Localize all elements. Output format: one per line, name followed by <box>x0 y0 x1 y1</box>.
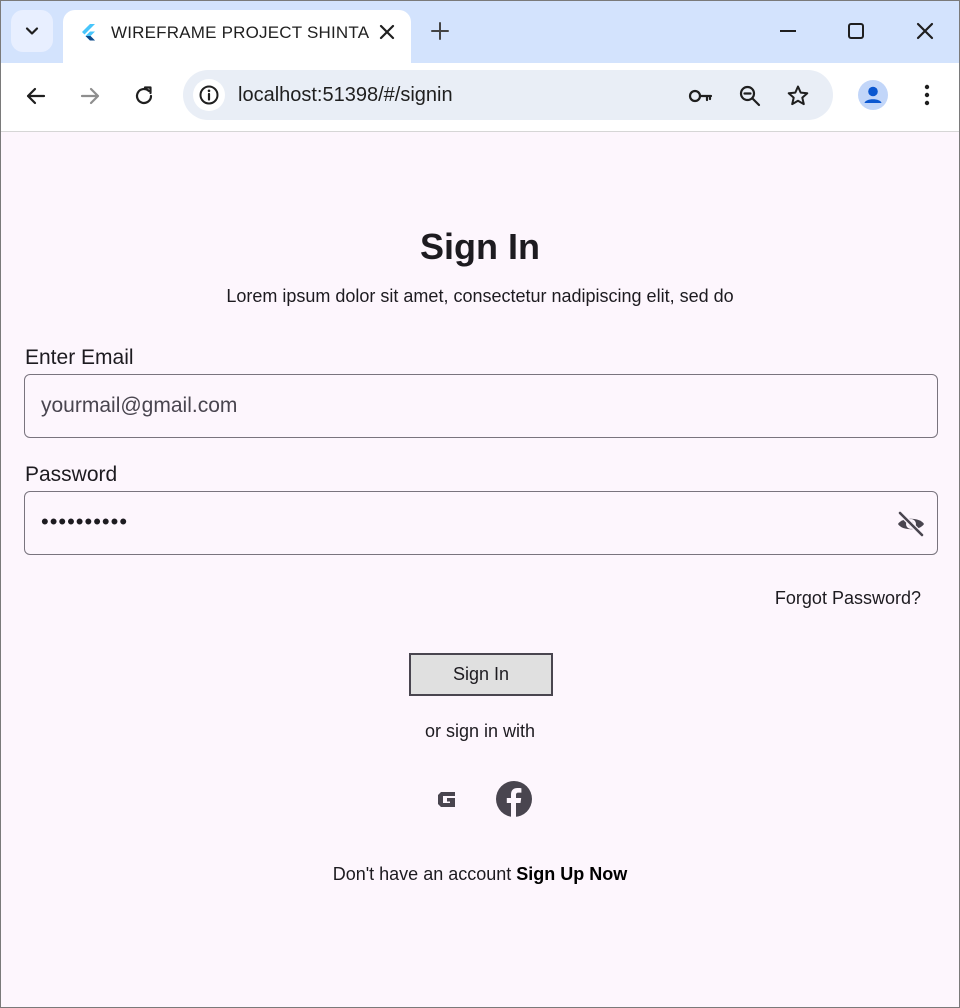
reload-icon[interactable] <box>131 83 157 109</box>
browser-toolbar: localhost:51398/#/signin <box>1 63 959 132</box>
email-placeholder: yourmail@gmail.com <box>41 394 238 417</box>
zoom-icon[interactable] <box>737 83 763 109</box>
key-icon[interactable] <box>687 83 713 109</box>
password-label: Password <box>25 463 118 486</box>
page-title: Sign In <box>420 226 540 267</box>
google-icon[interactable] <box>429 780 467 818</box>
tab-title: WIREFRAME PROJECT SHINTA <box>111 23 370 42</box>
email-field[interactable]: yourmail@gmail.com <box>24 374 938 438</box>
or-sign-in-with-text: or sign in with <box>424 721 536 741</box>
profile-avatar[interactable] <box>858 80 888 110</box>
minimize-icon[interactable] <box>776 19 800 43</box>
bookmark-star-icon[interactable] <box>785 83 811 109</box>
address-bar[interactable]: localhost:51398/#/signin <box>183 70 833 120</box>
close-tab-icon[interactable] <box>377 22 397 42</box>
no-account-text: Don't have an account <box>332 864 512 884</box>
site-info-button[interactable] <box>193 79 225 111</box>
new-tab-icon[interactable] <box>429 20 451 42</box>
email-label: Enter Email <box>25 346 134 369</box>
forgot-password-link[interactable]: Forgot Password? <box>775 588 921 609</box>
tab-search-button[interactable] <box>11 10 53 52</box>
more-menu-icon[interactable] <box>915 82 939 108</box>
active-tab[interactable]: WIREFRAME PROJECT SHINTA <box>63 10 411 63</box>
signin-page: Sign In Lorem ipsum dolor sit amet, cons… <box>1 132 959 1007</box>
tab-strip: WIREFRAME PROJECT SHINTA <box>1 1 959 63</box>
chevron-down-icon <box>25 27 39 35</box>
close-window-icon[interactable] <box>913 19 937 43</box>
browser-window: WIREFRAME PROJECT SHINTA localhost:51398… <box>0 0 960 1008</box>
password-field[interactable]: •••••••••• <box>24 491 938 555</box>
url-text[interactable]: localhost:51398/#/signin <box>238 84 453 107</box>
signup-link[interactable]: Sign Up Now <box>516 864 627 884</box>
password-value: •••••••••• <box>41 509 129 534</box>
profile-icon <box>864 86 882 103</box>
back-icon[interactable] <box>23 83 49 109</box>
facebook-icon[interactable] <box>495 780 533 818</box>
visibility-off-icon[interactable] <box>895 508 927 540</box>
info-icon <box>199 85 219 105</box>
flutter-favicon-icon <box>82 24 95 41</box>
signup-prompt: Don't have an account Sign Up Now <box>1 864 959 885</box>
signin-button[interactable]: Sign In <box>409 653 553 696</box>
maximize-icon[interactable] <box>844 19 868 43</box>
page-subtitle: Lorem ipsum dolor sit amet, consectetur … <box>226 286 734 306</box>
forward-icon[interactable] <box>77 83 103 109</box>
